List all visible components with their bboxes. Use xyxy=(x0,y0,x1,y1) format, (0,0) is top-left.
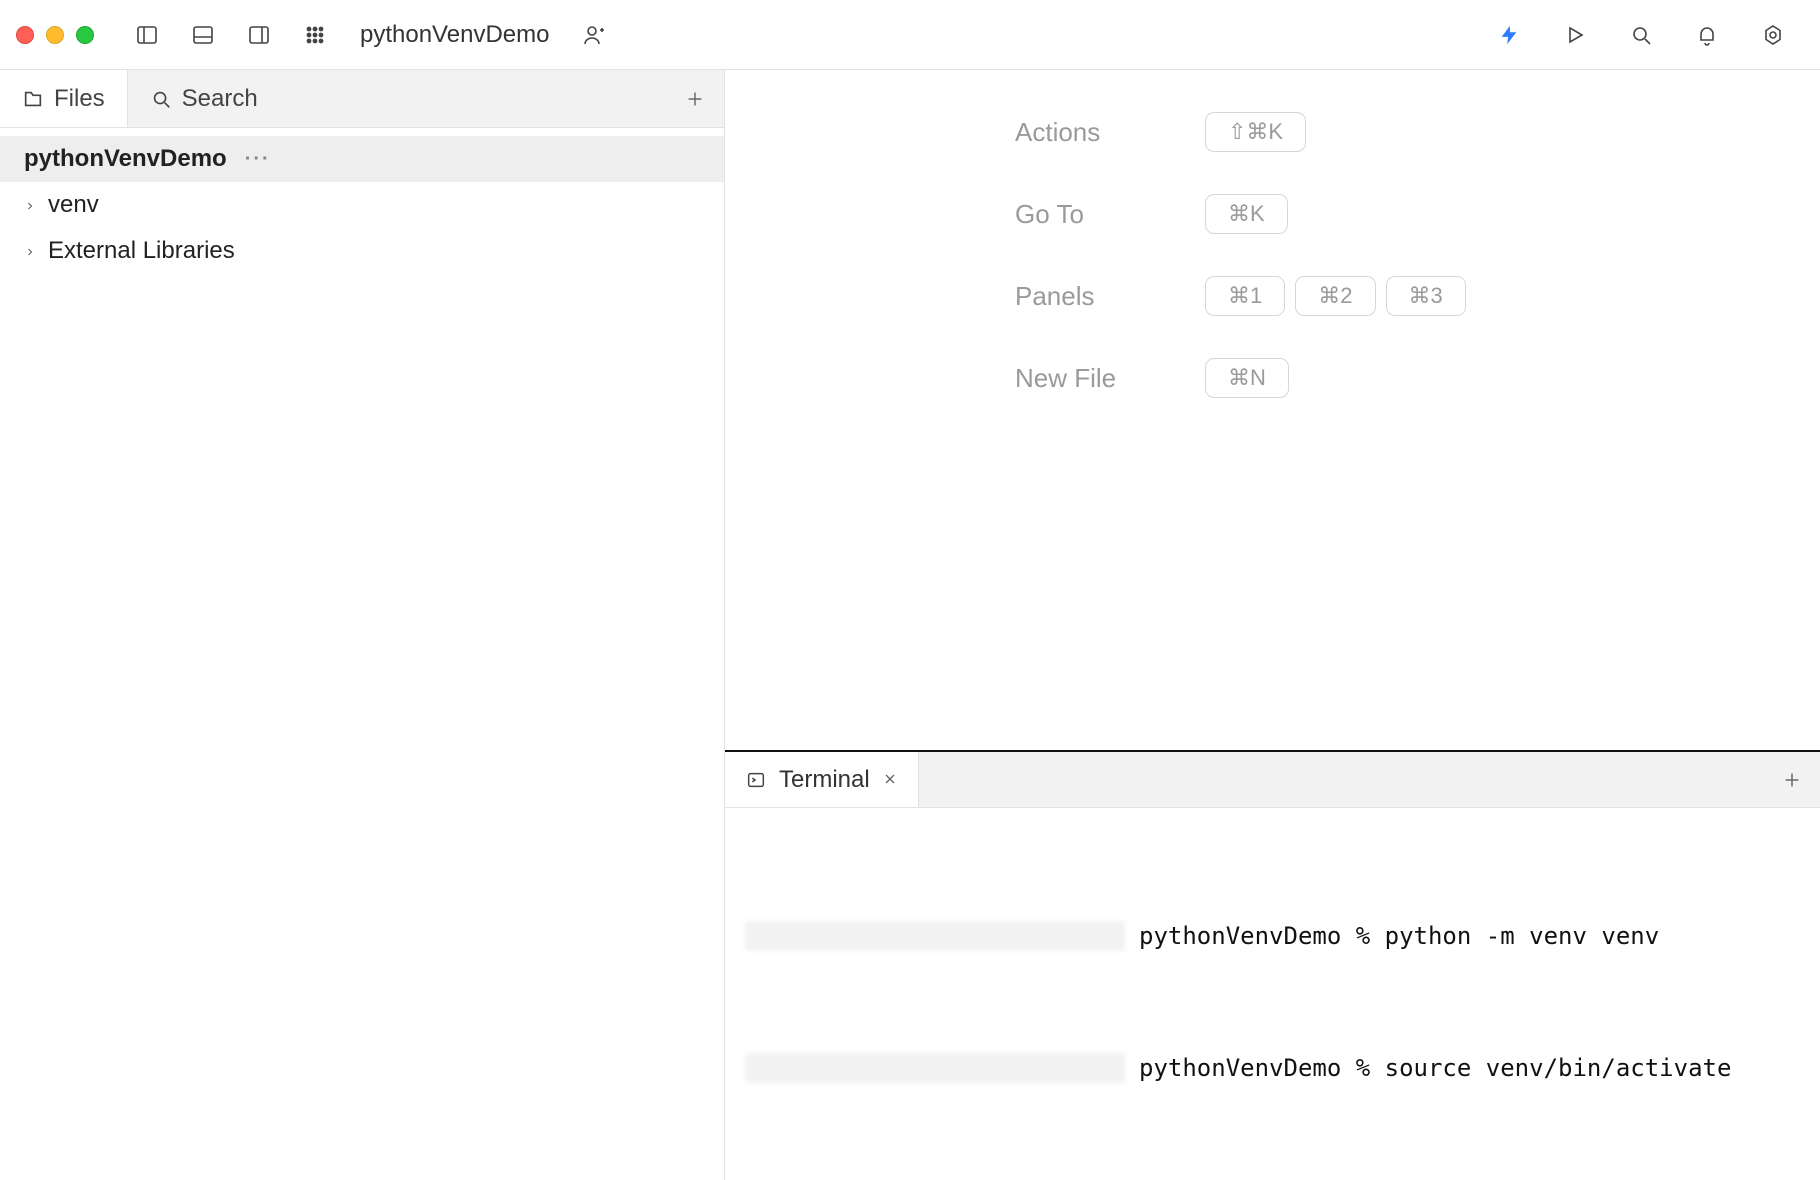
add-collaborator-icon[interactable] xyxy=(573,14,615,56)
terminal-tab[interactable]: Terminal xyxy=(725,752,919,807)
editor-area: Actions ⇧⌘K Go To ⌘K Panels ⌘1 ⌘2 ⌘3 New… xyxy=(725,70,1820,1180)
notifications-icon[interactable] xyxy=(1686,14,1728,56)
add-terminal-tab-button[interactable] xyxy=(1764,752,1820,807)
tab-files[interactable]: Files xyxy=(0,70,128,127)
panel-left-icon[interactable] xyxy=(126,14,168,56)
terminal-tabs: Terminal xyxy=(725,752,1820,808)
tree-item-venv[interactable]: venv xyxy=(0,182,724,228)
tree-root-more-icon[interactable]: ··· xyxy=(245,148,271,171)
welcome-row-panels-label: Panels xyxy=(1015,281,1165,312)
project-title[interactable]: pythonVenvDemo xyxy=(360,21,549,49)
chevron-right-icon xyxy=(24,191,38,219)
shortcut-key[interactable]: ⌘2 xyxy=(1295,276,1375,316)
terminal-panel: Terminal pythonVenvDemo % python -m venv… xyxy=(725,750,1820,1180)
sidebar-tabs: Files Search xyxy=(0,70,724,128)
titlebar: pythonVenvDemo xyxy=(0,0,1820,70)
titlebar-right-group xyxy=(1488,14,1794,56)
traffic-lights xyxy=(16,26,94,44)
add-sidebar-tab-button[interactable] xyxy=(666,70,724,127)
welcome-row-goto-shortcuts: ⌘K xyxy=(1205,194,1820,234)
file-tree: pythonVenvDemo ··· venv External Librari… xyxy=(0,128,724,274)
tree-item-label: venv xyxy=(48,191,99,219)
welcome-row-newfile-label: New File xyxy=(1015,363,1165,394)
shortcut-key[interactable]: ⌘1 xyxy=(1205,276,1285,316)
close-window-button[interactable] xyxy=(16,26,34,44)
terminal-line: pythonVenvDemo % python -m venv venv xyxy=(745,914,1800,958)
run-icon[interactable] xyxy=(1554,14,1596,56)
shortcut-key[interactable]: ⌘K xyxy=(1205,194,1288,234)
terminal-body[interactable]: pythonVenvDemo % python -m venv venv pyt… xyxy=(725,808,1820,1180)
tab-search[interactable]: Search xyxy=(128,70,280,127)
terminal-text: pythonVenvDemo % source venv/bin/activat… xyxy=(1139,1046,1731,1090)
shortcut-key[interactable]: ⌘N xyxy=(1205,358,1289,398)
fullscreen-window-button[interactable] xyxy=(76,26,94,44)
welcome-row-panels-shortcuts: ⌘1 ⌘2 ⌘3 xyxy=(1205,276,1820,316)
welcome-row-actions-label: Actions xyxy=(1015,117,1165,148)
tab-search-label: Search xyxy=(182,85,258,113)
bolt-icon[interactable] xyxy=(1488,14,1530,56)
terminal-tab-label: Terminal xyxy=(779,766,870,794)
sidebar: Files Search pythonVenvDemo ··· venv Ext… xyxy=(0,70,725,1180)
minimize-window-button[interactable] xyxy=(46,26,64,44)
chevron-right-icon xyxy=(24,237,38,265)
panel-right-icon[interactable] xyxy=(238,14,280,56)
welcome-row-actions-shortcuts: ⇧⌘K xyxy=(1205,112,1820,152)
welcome-row-goto-label: Go To xyxy=(1015,199,1165,230)
welcome-row-newfile-shortcuts: ⌘N xyxy=(1205,358,1820,398)
redacted-text xyxy=(745,1053,1125,1083)
tree-item-external-libraries[interactable]: External Libraries xyxy=(0,228,724,274)
tab-files-label: Files xyxy=(54,85,105,113)
tree-item-label: External Libraries xyxy=(48,237,235,265)
panel-bottom-icon[interactable] xyxy=(182,14,224,56)
close-terminal-tab-icon[interactable] xyxy=(882,766,898,794)
tree-root[interactable]: pythonVenvDemo ··· xyxy=(0,136,724,182)
search-icon[interactable] xyxy=(1620,14,1662,56)
settings-icon[interactable] xyxy=(1752,14,1794,56)
apps-grid-icon[interactable] xyxy=(294,14,336,56)
terminal-line: pythonVenvDemo % source venv/bin/activat… xyxy=(745,1046,1800,1090)
tree-root-label: pythonVenvDemo xyxy=(24,145,227,173)
shortcut-key[interactable]: ⌘3 xyxy=(1386,276,1466,316)
terminal-text: pythonVenvDemo % python -m venv venv xyxy=(1139,914,1659,958)
redacted-text xyxy=(745,921,1125,951)
shortcut-key[interactable]: ⇧⌘K xyxy=(1205,112,1306,152)
welcome-panel: Actions ⇧⌘K Go To ⌘K Panels ⌘1 ⌘2 ⌘3 New… xyxy=(725,70,1820,750)
